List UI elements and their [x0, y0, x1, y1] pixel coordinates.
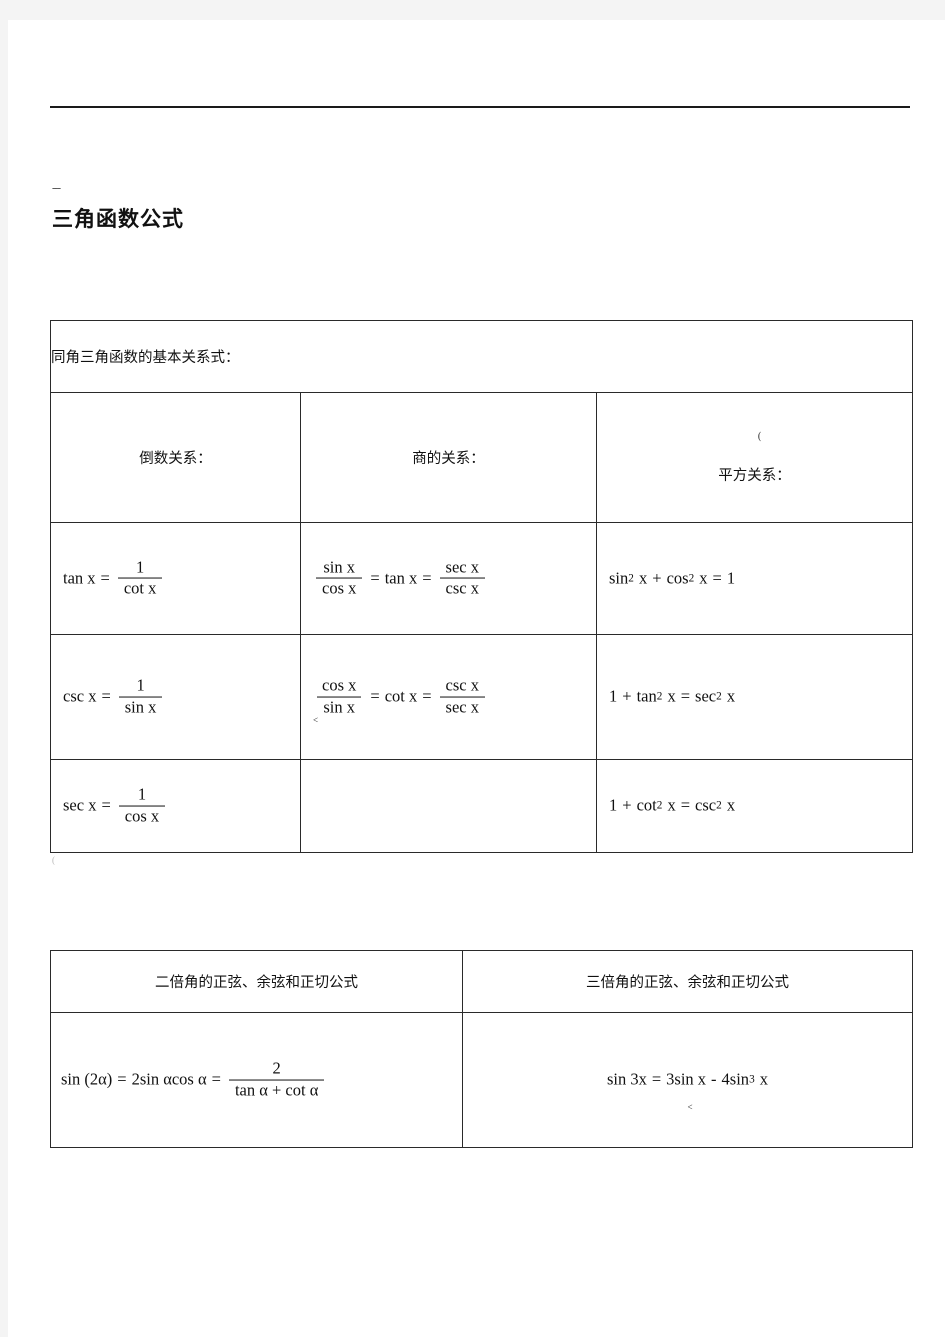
- page-title: 三角函数公式: [52, 207, 184, 231]
- header-pythagorean-label: 平方关系：: [718, 467, 791, 484]
- table-row: sin (2α) = 2sin αcos α = 2 tan α + cot α: [50, 1012, 913, 1148]
- header-reciprocal-label: 倒数关系：: [139, 451, 212, 467]
- formula-text: tan x = 1 cot x: [63, 557, 165, 599]
- formula-text: sec x = 1 cos x: [63, 785, 168, 827]
- formula-text: 1 + tan 2 x = sec 2 x: [609, 686, 736, 706]
- formula-text: sin x cos x = tan x = sec x csc x: [313, 557, 488, 599]
- formula-tan-reciprocal: tan x = 1 cot x: [50, 522, 301, 635]
- formula-cot-quotient: < cos x sin x = cot x = csc x sec x: [300, 634, 597, 760]
- formula-sin-triple-angle: < sin 3x = 3sin x - 4sin 3 x: [462, 1012, 913, 1148]
- formula-text: cos x sin x = cot x = csc x sec x: [313, 676, 488, 718]
- header-quotient-label: 商的关系：: [412, 451, 485, 467]
- header-pythagorean-mark-artifact: (: [757, 430, 762, 442]
- header-pythagorean: ( 平方关系：: [595, 392, 914, 523]
- header-quotient: 商的关系：: [300, 392, 597, 523]
- table-row: tan x = 1 cot x sin x cos x = tan x = se…: [50, 522, 914, 635]
- formula-text: sin (2α) = 2sin αcos α = 2 tan α + cot α: [61, 1059, 327, 1101]
- formula-text: sin 3x = 3sin x - 4sin 3 x: [606, 1069, 769, 1089]
- title-dash-artifact: ---: [52, 182, 61, 194]
- table-row: 同角三角函数的基本关系式：: [49, 320, 914, 393]
- formula-1-tan2-sec2: 1 + tan 2 x = sec 2 x: [595, 634, 914, 760]
- formula-1-cot2-csc2: 1 + cot 2 x = csc 2 x: [595, 759, 914, 853]
- formula-sin-double-angle: sin (2α) = 2sin αcos α = 2 tan α + cot α: [50, 1012, 463, 1148]
- header-rule: [50, 106, 910, 108]
- table-row: csc x = 1 sin x < cos x sin x = cot x = …: [50, 634, 914, 760]
- document-page: --- 三角函数公式 同角三角函数的基本关系式： 倒数关系： 商的关系： ( 平: [8, 20, 945, 1337]
- triple-angle-mark-artifact: <: [687, 1102, 693, 1112]
- header-double-angle: 二倍角的正弦、余弦和正切公式: [50, 950, 463, 1013]
- table-header-row: 二倍角的正弦、余弦和正切公式 三倍角的正弦、余弦和正切公式: [50, 950, 913, 1013]
- basic-relations-banner: 同角三角函数的基本关系式：: [49, 320, 914, 393]
- formula-tan-quotient: sin x cos x = tan x = sec x csc x: [300, 522, 597, 635]
- table-row: sec x = 1 cos x 1 + cot 2 x = csc 2 x: [50, 759, 914, 853]
- table-header-row: 倒数关系： 商的关系： ( 平方关系：: [50, 392, 914, 523]
- formula-csc-reciprocal: csc x = 1 sin x: [50, 634, 301, 760]
- formula-text: 1 + cot 2 x = csc 2 x: [609, 795, 736, 815]
- header-triple-angle: 三倍角的正弦、余弦和正切公式: [462, 950, 913, 1013]
- table-multiple-angle: 二倍角的正弦、余弦和正切公式 三倍角的正弦、余弦和正切公式 sin (2α) =…: [50, 950, 913, 1148]
- formula-text: sin 2 x + cos 2 x = 1: [609, 568, 736, 587]
- formula-sin2-cos2: sin 2 x + cos 2 x = 1: [595, 522, 914, 635]
- formula-quotient-empty: [300, 759, 597, 853]
- header-reciprocal: 倒数关系：: [50, 392, 301, 523]
- table-basic-relations: 同角三角函数的基本关系式： 倒数关系： 商的关系： ( 平方关系： tan x …: [49, 320, 914, 853]
- left-margin-artifact: (: [52, 855, 55, 865]
- formula-sec-reciprocal: sec x = 1 cos x: [50, 759, 301, 853]
- formula-text: csc x = 1 sin x: [63, 676, 165, 718]
